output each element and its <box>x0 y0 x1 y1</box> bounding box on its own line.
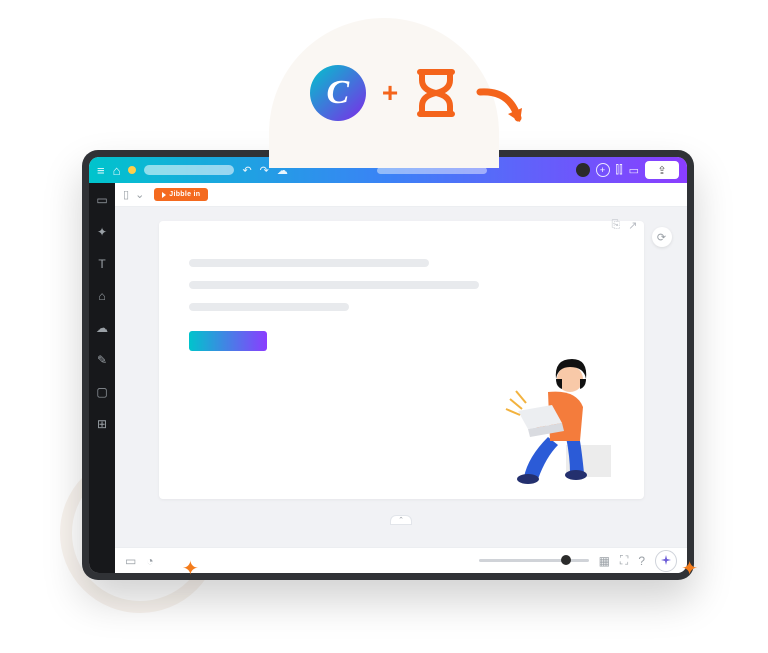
main-area: ▯ ⌄ Jibble in ⎘ ↗ ⟳ <box>115 183 687 573</box>
decorative-plus-icon: ✦ <box>182 556 199 581</box>
apps-icon[interactable]: ⊞ <box>95 417 109 431</box>
tablet-frame: ≡ ⌂ ↶ ↷ ☁ + ⫿⫿ ▭ ⇪ ▭ ✦ T ⌂ ☁ <box>82 150 694 580</box>
design-canvas[interactable]: ⎘ ↗ ⟳ <box>159 221 644 499</box>
redo-icon[interactable]: ↷ <box>260 164 269 177</box>
grid-view-icon[interactable]: ▦ <box>599 554 610 568</box>
templates-icon[interactable]: ▭ <box>95 193 109 207</box>
analytics-icon[interactable]: ⫿⫿ <box>616 164 623 177</box>
left-sidebar: ▭ ✦ T ⌂ ☁ ✎ ▢ ⊞ <box>89 183 115 573</box>
magic-button[interactable] <box>655 550 677 572</box>
crown-badge <box>128 166 136 174</box>
uploads-icon[interactable]: ☁ <box>95 321 109 335</box>
placeholder-line <box>189 303 349 311</box>
jibble-logo <box>414 68 458 118</box>
chevron-down-icon[interactable]: ⌄ <box>135 188 144 201</box>
notes-icon[interactable]: ▭ <box>125 554 136 568</box>
page-icon[interactable]: ▯ <box>123 188 129 201</box>
share-button[interactable]: ⇪ <box>645 161 679 179</box>
bottom-bar: ▭ ◔ ▦ ⛶ ? <box>115 547 687 573</box>
page-strip-handle[interactable]: ⌃ <box>390 515 412 525</box>
avatar[interactable] <box>576 163 590 177</box>
add-collaborator-button[interactable]: + <box>596 163 610 177</box>
plus-icon: + <box>382 77 398 109</box>
app-screen: ≡ ⌂ ↶ ↷ ☁ + ⫿⫿ ▭ ⇪ ▭ ✦ T ⌂ ☁ <box>89 157 687 573</box>
home-icon[interactable]: ⌂ <box>113 164 121 177</box>
person-laptop-illustration <box>488 337 618 487</box>
canva-logo: C <box>310 65 366 121</box>
draw-icon[interactable]: ✎ <box>95 353 109 367</box>
present-icon[interactable]: ▭ <box>629 164 639 177</box>
undo-icon[interactable]: ↶ <box>242 164 251 177</box>
canvas-actions: ⎘ ↗ <box>611 219 637 232</box>
canvas-area[interactable]: ⎘ ↗ ⟳ <box>115 207 687 547</box>
text-icon[interactable]: T <box>95 257 109 271</box>
help-icon[interactable]: ? <box>638 554 645 568</box>
timer-icon[interactable]: ◔ <box>146 554 153 568</box>
elements-icon[interactable]: ✦ <box>95 225 109 239</box>
open-icon[interactable]: ↗ <box>628 219 637 232</box>
menu-icon[interactable]: ≡ <box>97 164 105 177</box>
projects-icon[interactable]: ▢ <box>95 385 109 399</box>
control-bar: ▯ ⌄ Jibble in <box>115 183 687 207</box>
brand-icon[interactable]: ⌂ <box>95 289 109 303</box>
jibble-in-button[interactable]: Jibble in <box>154 188 208 201</box>
placeholder-line <box>189 259 429 267</box>
play-icon <box>162 192 166 198</box>
duplicate-icon[interactable]: ⎘ <box>611 219 620 232</box>
placeholder-line <box>189 281 479 289</box>
fullscreen-icon[interactable]: ⛶ <box>620 553 628 568</box>
zoom-thumb[interactable] <box>561 555 571 565</box>
top-right-cluster: + ⫿⫿ ▭ ⇪ <box>576 161 679 179</box>
arrow-icon <box>470 80 530 140</box>
decorative-plus-icon: ✦ <box>681 556 698 581</box>
document-title[interactable] <box>144 165 234 175</box>
cta-button-placeholder <box>189 331 267 351</box>
refresh-button[interactable]: ⟳ <box>652 227 672 247</box>
zoom-slider[interactable] <box>479 559 589 562</box>
integration-badge: C + <box>269 18 499 168</box>
jibble-label: Jibble in <box>169 191 200 198</box>
